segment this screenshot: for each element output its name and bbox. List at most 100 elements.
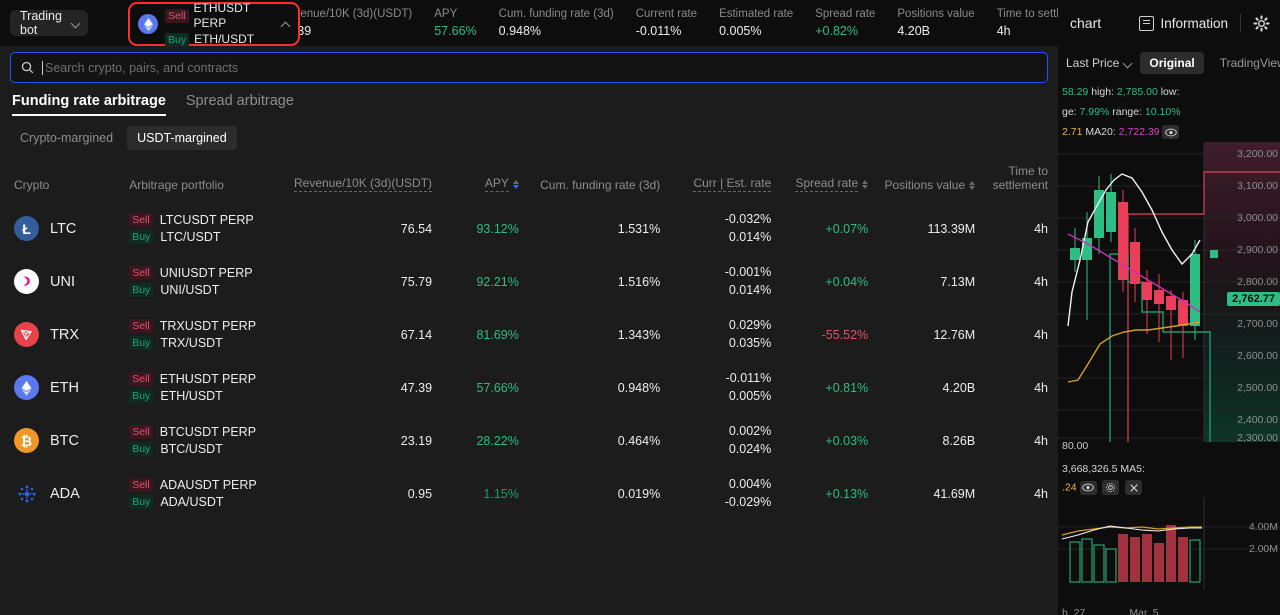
stat-cum-funding-rate: Cum. funding rate (3d) 0.948%	[499, 7, 636, 39]
cell-apy: 81.69%	[476, 327, 519, 342]
cell-portfolio: Sell BTCUSDT PERP Buy BTC/USDT	[129, 414, 282, 467]
buy-symbol: ETH/USDT	[194, 32, 255, 46]
table-row[interactable]: UNI Sell UNIUSDT PERP Buy UNI/USDT 75.79 9…	[0, 255, 1058, 308]
col-arbitrage-portfolio: Arbitrage portfolio	[129, 160, 282, 202]
cell-crypto: ETH	[0, 361, 129, 414]
col-apy[interactable]: APY	[432, 160, 519, 202]
sell-symbol: ADAUSDT PERP	[159, 478, 257, 492]
trx-icon	[14, 322, 39, 347]
information-button[interactable]: Information	[1139, 15, 1228, 31]
table-row[interactable]: ETH Sell ETHUSDT PERP Buy ETH/USDT 47.39 5…	[0, 361, 1058, 414]
estimated-rate: 0.014%	[728, 283, 772, 297]
gear-icon[interactable]	[1102, 480, 1120, 495]
sort-indicator-apy[interactable]	[512, 179, 519, 189]
text-caret	[42, 60, 43, 75]
x-tick: b. 27	[1062, 607, 1086, 615]
price-tick: 2,900.00	[1237, 244, 1278, 256]
cell-cum-funding: 0.019%	[617, 486, 661, 501]
subtab-crypto-margined[interactable]: Crypto-margined	[10, 126, 123, 150]
col-spread-rate[interactable]: Spread rate	[771, 160, 869, 202]
col-label: Spread rate	[795, 176, 859, 192]
eye-icon[interactable]	[1162, 125, 1180, 140]
cell-spread-rate: +0.04%	[825, 274, 869, 289]
cell-positions-value: 4.20B	[942, 380, 976, 395]
cell-revenue: 47.39	[400, 380, 433, 395]
price-tick: 3,100.00	[1237, 180, 1278, 192]
tab-label: Spread arbitrage	[185, 93, 294, 109]
cell-revenue: 76.54	[400, 221, 433, 236]
close-icon[interactable]	[1125, 480, 1143, 495]
current-rate: -0.032%	[724, 212, 772, 226]
selected-pair-card[interactable]: Sell ETHUSDT PERP Buy ETH/USDT	[128, 1, 300, 47]
eye-icon[interactable]	[1079, 480, 1097, 495]
price-tick: 2,500.00	[1237, 382, 1278, 394]
stat-value: 0.948%	[498, 24, 542, 38]
sort-asc-icon	[862, 179, 869, 184]
col-crypto: Crypto	[0, 160, 129, 202]
cell-time: 4h	[1034, 486, 1048, 501]
sell-symbol: BTCUSDT PERP	[159, 425, 257, 439]
subtab-label: USDT-margined	[137, 131, 227, 145]
col-label: Crypto	[14, 178, 50, 192]
current-price-marker: 2,762.77	[1227, 292, 1280, 306]
chart-view-tradingview[interactable]: TradingView	[1211, 52, 1280, 74]
tab-spread-arbitrage[interactable]: Spread arbitrage	[186, 93, 294, 116]
cell-time: 4h	[1034, 433, 1048, 448]
sort-indicator-spread[interactable]	[862, 179, 869, 189]
sort-desc-icon	[862, 184, 869, 189]
price-source-selector[interactable]: Last Price	[1066, 56, 1133, 70]
col-revenue[interactable]: Revenue/10K (3d)(USDT)	[283, 160, 433, 202]
ohlc-change: 7.99%	[1079, 106, 1110, 118]
volume-legend: 3,668,326.5 MA5:	[1058, 458, 1280, 479]
volume-tick: 2.00M	[1248, 543, 1278, 556]
arbitrage-table: Crypto Arbitrage portfolio Revenue/10K (…	[0, 160, 1058, 520]
price-tick: 2,700.00	[1237, 318, 1278, 330]
search-bar[interactable]	[10, 52, 1048, 83]
subtab-usdt-margined[interactable]: USDT-margined	[127, 126, 237, 150]
tab-funding-rate-arbitrage[interactable]: Funding rate arbitrage	[12, 93, 166, 116]
cell-revenue: 75.79	[400, 274, 433, 289]
chart-panel: chart Last Price Original TradingView 58…	[1058, 0, 1280, 615]
table-row[interactable]: ₿ BTC Sell BTCUSDT PERP Buy BTC/USDT 23.19…	[0, 414, 1058, 467]
trading-bot-selector[interactable]: Trading bot	[10, 9, 88, 37]
col-label: Cum. funding rate (3d)	[540, 178, 661, 192]
chart-view-original[interactable]: Original	[1140, 52, 1204, 74]
table-row[interactable]: Ł LTC Sell LTCUSDT PERP Buy LTC/USDT 76.54…	[0, 202, 1058, 255]
col-curr-est-rate[interactable]: Curr | Est. rate	[660, 160, 772, 202]
stat-apy: APY 57.66%	[434, 7, 498, 39]
table-row[interactable]: TRX Sell TRXUSDT PERP Buy TRX/USDT 67.14 8…	[0, 308, 1058, 361]
volume-chart[interactable]: 4.00M 2.00M	[1058, 497, 1280, 607]
ohlc-close: 58.29	[1062, 86, 1089, 98]
crypto-symbol: LTC	[50, 220, 77, 237]
gear-icon[interactable]	[1253, 14, 1270, 32]
cell-curr-est: -0.001% 0.014%	[660, 255, 772, 308]
top-bar: Trading bot Sell ETHUSDT PERP Buy ETH/US…	[0, 0, 1091, 47]
cell-portfolio: Sell LTCUSDT PERP Buy LTC/USDT	[129, 202, 282, 255]
cell-portfolio: Sell TRXUSDT PERP Buy TRX/USDT	[129, 308, 282, 361]
estimated-rate: 0.014%	[728, 230, 772, 244]
estimated-rate: 0.035%	[728, 336, 772, 350]
cell-crypto: Ł LTC	[0, 202, 129, 255]
chevron-up-icon[interactable]	[282, 20, 290, 29]
price-tick: 2,800.00	[1237, 276, 1278, 288]
current-rate: 0.002%	[728, 424, 772, 438]
sell-tag: Sell	[165, 9, 189, 23]
cell-curr-est: 0.029% 0.035%	[660, 308, 771, 361]
chart-low-value: 80.00	[1062, 440, 1089, 452]
candlestick-chart[interactable]: 3,200.00 3,100.00 3,000.00 2,900.00 2,80…	[1058, 142, 1280, 442]
cell-crypto: UNI	[0, 255, 129, 308]
cell-cum-funding: 0.464%	[617, 433, 661, 448]
pair-lines: Sell ETHUSDT PERP Buy ETH/USDT	[165, 1, 275, 47]
cell-spread-rate: +0.03%	[825, 433, 869, 448]
col-positions-value[interactable]: Positions value	[868, 160, 976, 202]
x-tick: Mar. 5	[1129, 607, 1159, 615]
crypto-symbol: BTC	[50, 432, 79, 449]
search-input[interactable]	[45, 60, 1037, 75]
pair-buy-row: Buy ETH/USDT	[165, 32, 275, 47]
estimated-rate: 0.005%	[728, 389, 772, 403]
col-label: Revenue/10K (3d)(USDT)	[294, 176, 433, 192]
table-row[interactable]: ADA Sell ADAUSDT PERP Buy ADA/USDT 0.95 1.…	[0, 467, 1058, 520]
uni-icon	[14, 269, 39, 294]
cell-spread-rate: -55.52%	[821, 327, 869, 342]
stat-current-rate: Current rate -0.011%	[636, 7, 719, 39]
